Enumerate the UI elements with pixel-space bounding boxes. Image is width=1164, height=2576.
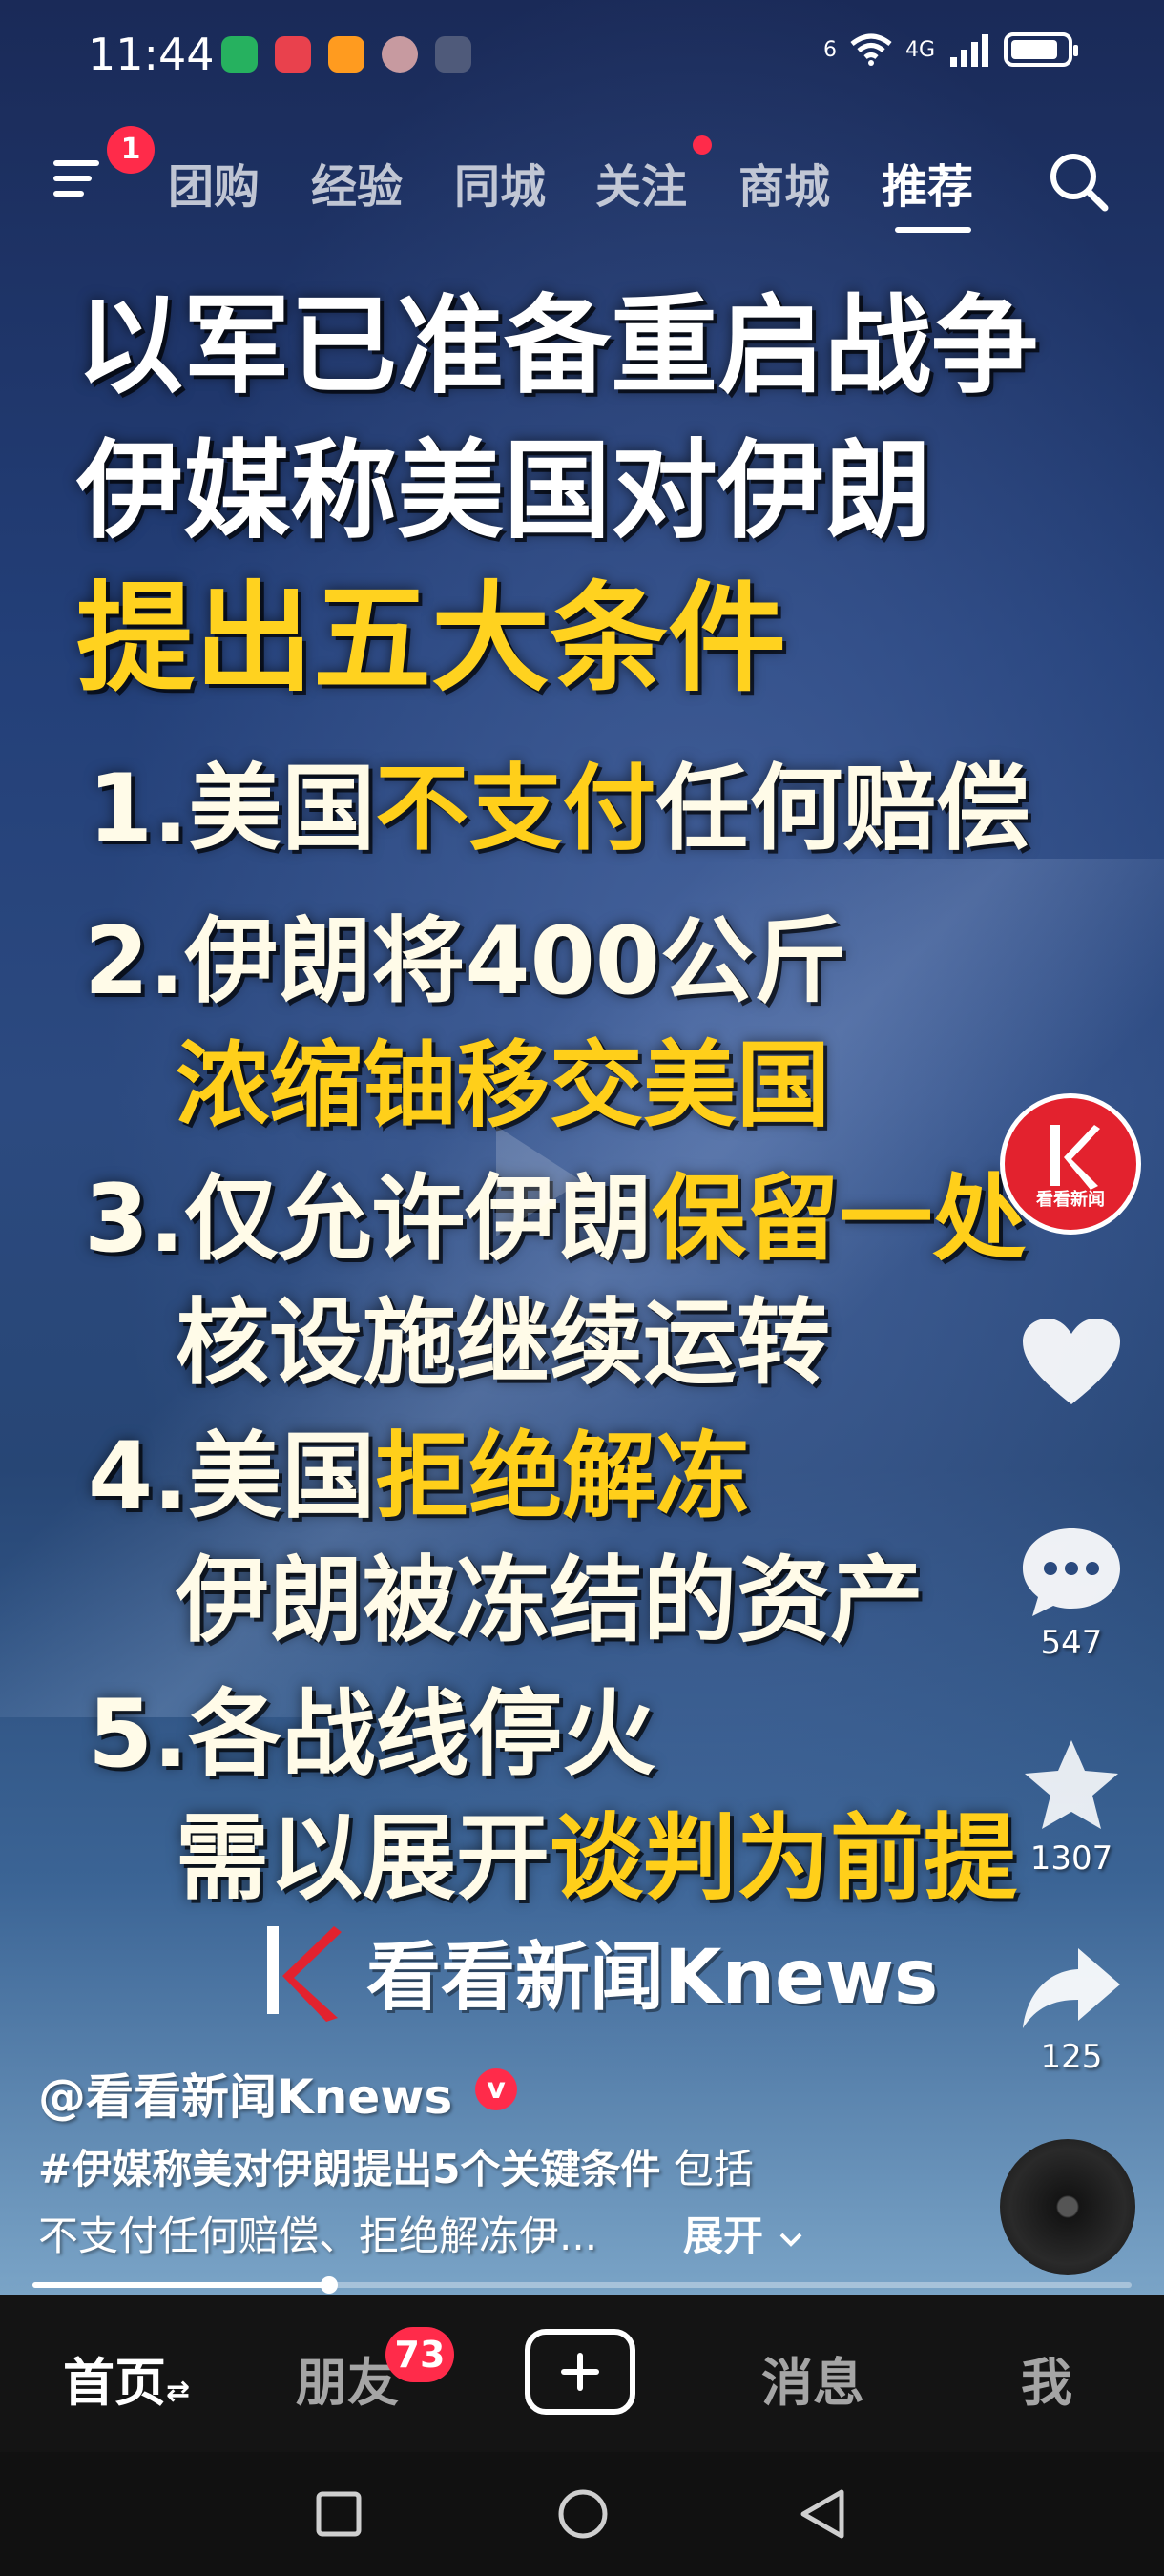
tab-following[interactable]: 关注 xyxy=(595,149,687,216)
verified-badge: v xyxy=(475,2068,517,2110)
battery-level xyxy=(1011,40,1057,59)
knews-watermark: 看看新闻Knews xyxy=(250,1918,938,2025)
share-button[interactable]: 125 xyxy=(1009,1942,1133,2076)
nav-friends[interactable]: 朋友 xyxy=(296,2340,399,2416)
headline-line-2: 伊媒称美国对伊朗 xyxy=(76,429,931,553)
condition-2-b: 浓缩铀移交美国 xyxy=(176,1031,831,1140)
status-indicators: 6 4G xyxy=(822,32,1078,67)
condition-5-a: 5.各战线停火 xyxy=(88,1680,656,1789)
network-type: 4G xyxy=(904,37,935,62)
hashtag[interactable]: #伊媒称美对伊朗提出5个关键条件 xyxy=(38,2146,660,2192)
tab-group-buy[interactable]: 团购 xyxy=(168,149,260,216)
avatar-label: 看看新闻 xyxy=(1036,1190,1105,1210)
favorite-count: 1307 xyxy=(1029,1839,1113,1878)
tab-mall[interactable]: 商城 xyxy=(738,149,830,216)
nav-me[interactable]: 我 xyxy=(1021,2340,1072,2416)
notification-icons xyxy=(221,36,471,73)
tab-recommend[interactable]: 推荐 xyxy=(882,149,973,216)
avatar-logo: 看看新闻 xyxy=(1005,1098,1136,1230)
like-button[interactable] xyxy=(1009,1317,1133,1412)
author-avatar[interactable]: 看看新闻 xyxy=(1000,1093,1141,1235)
condition-4-b: 拒绝解冻 xyxy=(375,1423,750,1531)
wifi-icon xyxy=(850,33,892,66)
refresh-swap-icon: ⇄ xyxy=(166,2375,191,2408)
author-name[interactable]: @看看新闻Knews xyxy=(38,2059,452,2128)
battery-tip xyxy=(1073,45,1078,56)
top-navigation: 1 团购 经验 同城 关注 商城 推荐 xyxy=(0,126,1164,233)
comment-button[interactable]: 547 xyxy=(1009,1525,1133,1662)
knews-brand-text: 看看新闻Knews xyxy=(366,1935,939,2021)
app-notification-icon xyxy=(275,36,311,73)
condition-2: 2.伊朗将400公斤 xyxy=(84,885,847,1021)
condition-2-cont: 浓缩铀移交美国 xyxy=(176,1009,830,1145)
bottom-navigation: 首页⇄ 朋友 73 消息 我 xyxy=(0,2295,1164,2452)
progress-fill xyxy=(32,2282,330,2288)
tab-experience[interactable]: 经验 xyxy=(311,149,403,216)
share-arrow-icon xyxy=(1023,1948,1120,2028)
favorite-button[interactable]: 1307 xyxy=(1009,1736,1133,1878)
progress-knob[interactable] xyxy=(321,2276,339,2294)
system-navigation-bar xyxy=(0,2452,1164,2576)
condition-1-c: 任何赔偿 xyxy=(655,755,1030,863)
condition-3-c: 核设施继续运转 xyxy=(176,1289,831,1398)
condition-1-b: 不支付 xyxy=(375,755,656,863)
condition-4-c: 伊朗被冻结的资产 xyxy=(176,1547,925,1655)
nav-home-label: 首页 xyxy=(63,2353,166,2413)
comment-icon xyxy=(1023,1528,1120,1616)
star-icon xyxy=(1025,1740,1118,1829)
nav-home[interactable]: 首页⇄ xyxy=(63,2340,190,2416)
condition-4-cont: 伊朗被冻结的资产 xyxy=(176,1525,924,1660)
condition-5-cont: 需以展开谈判为前提 xyxy=(176,1782,1017,1918)
back-icon[interactable] xyxy=(798,2488,847,2540)
create-button[interactable] xyxy=(525,2329,635,2415)
headline-line-1: 以军已准备重启战争 xyxy=(76,284,1038,408)
app-notification-icon xyxy=(435,36,471,73)
status-bar: 11:44 6 4G xyxy=(0,0,1164,114)
wifi-badge: 6 xyxy=(822,37,837,62)
friends-badge: 73 xyxy=(385,2327,454,2382)
condition-2-a: 2.伊朗将400公斤 xyxy=(84,907,847,1016)
menu-icon[interactable] xyxy=(53,155,107,202)
play-icon xyxy=(496,1126,582,1236)
condition-1-a: 1.美国 xyxy=(88,755,376,863)
following-new-dot xyxy=(693,135,712,155)
signal-icon xyxy=(950,34,988,67)
headline-line-3: 提出五大条件 xyxy=(76,571,787,708)
description-line-2: 不支付任何赔偿、拒绝解冻伊... xyxy=(38,2212,598,2259)
app-notification-icon xyxy=(221,36,258,73)
expand-button[interactable]: 展开 xyxy=(683,2204,804,2262)
condition-5: 5.各战线停火 xyxy=(88,1658,655,1794)
search-icon[interactable] xyxy=(1046,149,1111,214)
music-disc[interactable] xyxy=(1000,2139,1135,2275)
tab-local[interactable]: 同城 xyxy=(454,149,546,216)
expand-label: 展开 xyxy=(683,2212,764,2259)
menu-badge: 1 xyxy=(107,126,155,174)
recents-icon[interactable] xyxy=(315,2490,363,2538)
app-notification-icon xyxy=(328,36,364,73)
video-progress-bar[interactable] xyxy=(32,2276,1132,2294)
share-count: 125 xyxy=(1040,2038,1103,2076)
condition-5-b: 需以展开 xyxy=(176,1804,551,1913)
condition-5-c: 谈判为前提 xyxy=(550,1804,1018,1913)
status-time: 11:44 xyxy=(88,29,215,80)
chevron-down-icon xyxy=(779,2233,802,2247)
condition-3-b: 保留一处 xyxy=(652,1165,1027,1274)
heart-icon xyxy=(1023,1319,1120,1404)
comment-count: 547 xyxy=(1040,1624,1103,1662)
knews-logo-mark xyxy=(267,1926,342,2022)
condition-4-a: 4.美国 xyxy=(88,1423,376,1531)
active-tab-indicator xyxy=(895,227,971,233)
description-tail: 包括 xyxy=(660,2146,754,2192)
app-notification-icon xyxy=(382,36,418,73)
home-circle-icon[interactable] xyxy=(557,2488,609,2540)
condition-4: 4.美国拒绝解冻 xyxy=(88,1401,749,1536)
battery-icon xyxy=(1004,32,1078,67)
condition-3-cont: 核设施继续运转 xyxy=(176,1267,830,1402)
condition-1: 1.美国不支付任何赔偿 xyxy=(88,733,1029,868)
nav-messages[interactable]: 消息 xyxy=(761,2340,864,2416)
description-line-1[interactable]: #伊媒称美对伊朗提出5个关键条件 包括 xyxy=(38,2137,754,2195)
